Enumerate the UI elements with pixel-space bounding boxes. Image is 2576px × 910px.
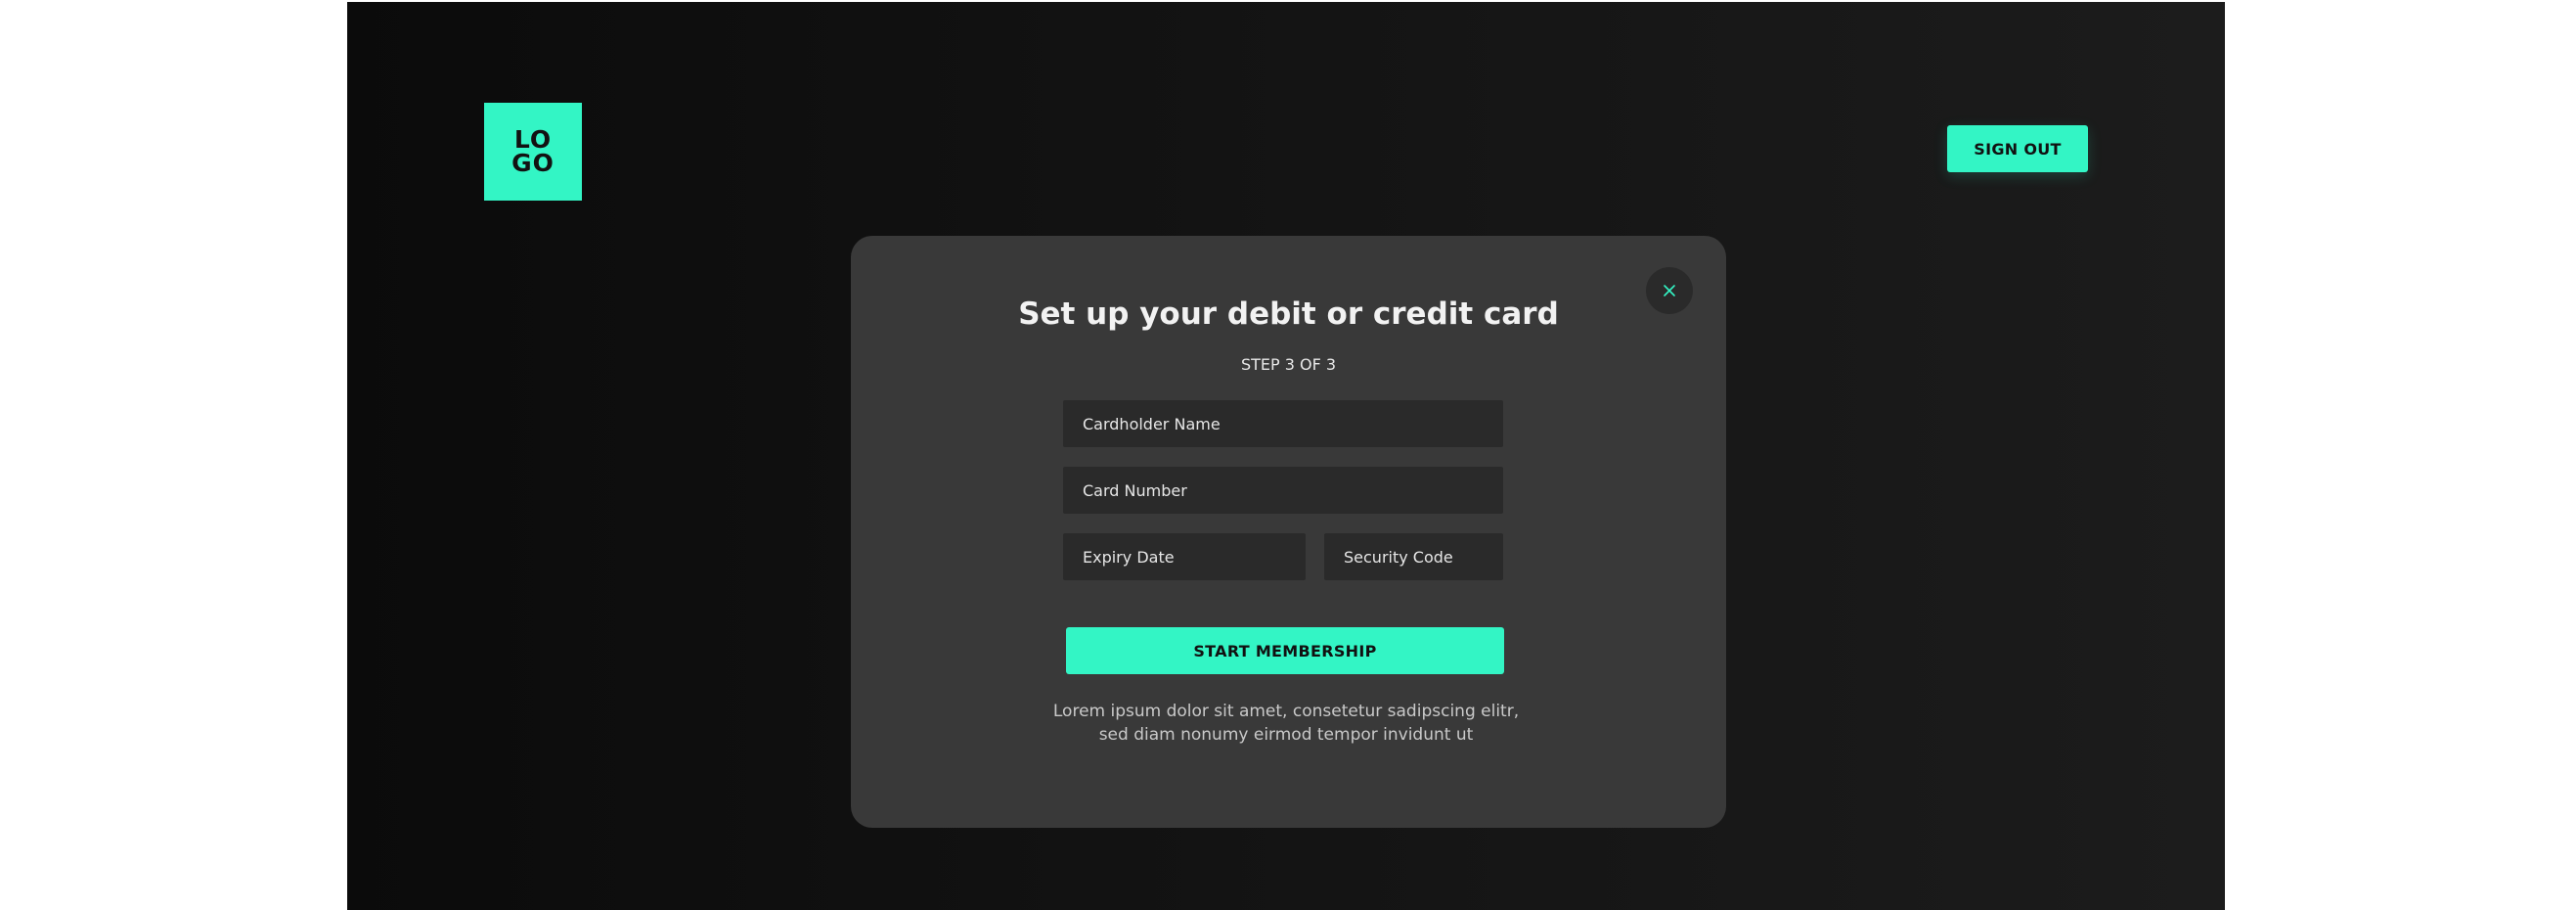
sign-out-button[interactable]: SIGN OUT <box>1947 125 2088 172</box>
logo-text: LO GO <box>511 127 555 177</box>
expiry-date-field[interactable] <box>1063 533 1306 580</box>
security-code-field[interactable] <box>1324 533 1503 580</box>
step-indicator: STEP 3 OF 3 <box>1240 355 1337 374</box>
legal-text: Lorem ipsum dolor sit amet, consetetur s… <box>1052 702 1520 745</box>
cardholder-name-field[interactable] <box>1063 400 1503 447</box>
modal-title: Set up your debit or credit card <box>1018 296 1559 332</box>
logo-line-2: GO <box>511 149 555 177</box>
start-membership-button[interactable]: START MEMBERSHIP <box>1066 627 1504 674</box>
card-number-field[interactable] <box>1063 467 1503 514</box>
logo[interactable]: LO GO <box>484 103 582 201</box>
payment-modal: Set up your debit or credit card STEP 3 … <box>851 236 1726 828</box>
page-background: LO GO SIGN OUT Set up your debit or cred… <box>347 2 2225 910</box>
